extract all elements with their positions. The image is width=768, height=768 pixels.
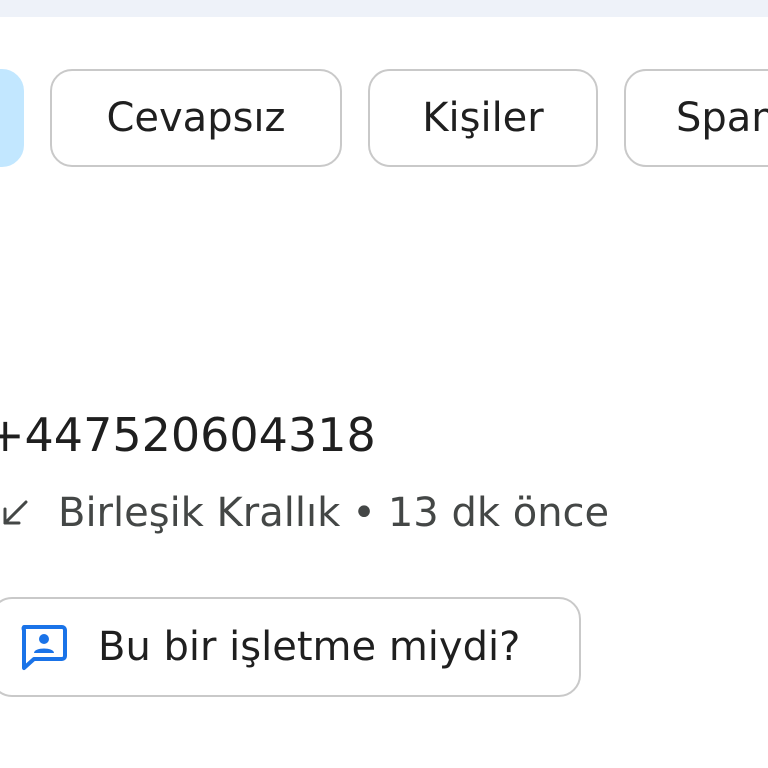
filter-chip-all[interactable]	[0, 69, 24, 167]
top-app-bar-edge	[0, 0, 768, 17]
business-feedback-button[interactable]: Bu bir işletme miydi?	[0, 597, 581, 697]
filter-chip-missed[interactable]: Cevapsız	[50, 69, 342, 167]
filter-chip-contacts[interactable]: Kişiler	[368, 69, 598, 167]
call-log-screen: Cevapsız Kişiler Spam +447520604318 Birl…	[0, 0, 768, 768]
filter-chip-label: Spam	[676, 95, 768, 141]
call-details-row: Birleşik Krallık • 13 dk önce	[0, 483, 609, 543]
call-time-ago: 13 dk önce	[387, 490, 610, 536]
meta-separator: •	[352, 490, 376, 536]
filter-chip-label: Kişiler	[422, 95, 544, 141]
business-feedback-label: Bu bir işletme miydi?	[98, 624, 521, 670]
business-feedback-icon	[21, 625, 67, 670]
call-country: Birleşik Krallık	[58, 490, 341, 536]
call-received-icon	[3, 500, 28, 525]
filter-chip-spam[interactable]: Spam	[624, 69, 768, 167]
filter-chip-label: Cevapsız	[106, 95, 286, 141]
caller-phone-number[interactable]: +447520604318	[0, 405, 376, 465]
